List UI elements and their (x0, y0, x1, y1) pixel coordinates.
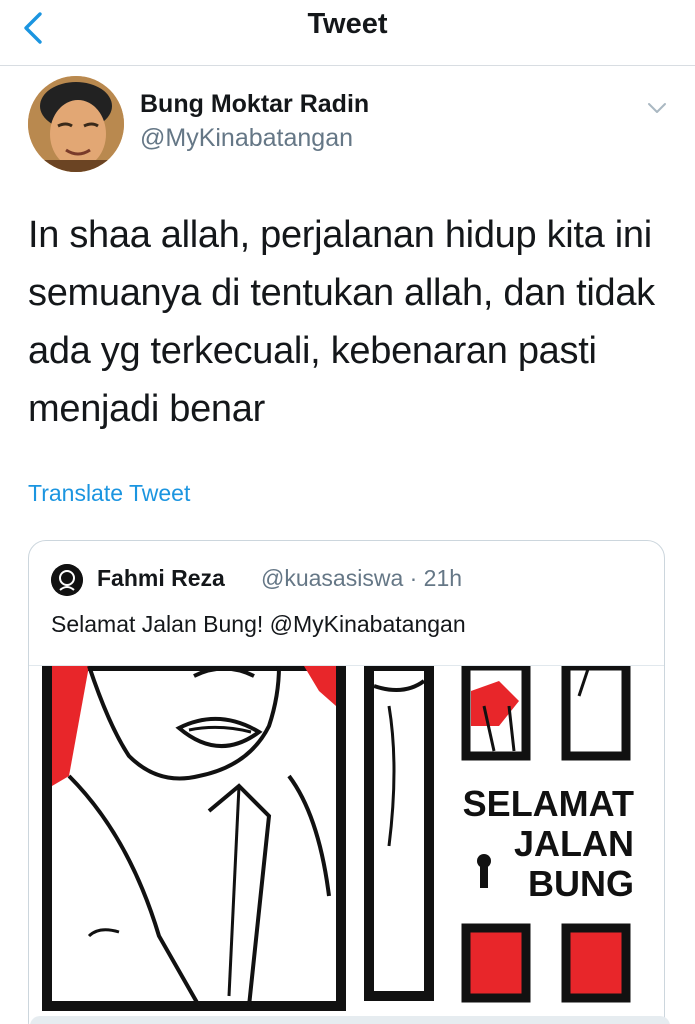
translate-tweet-link[interactable]: Translate Tweet (28, 480, 190, 507)
tweet-header: Bung Moktar Radin @MyKinabatangan (0, 66, 695, 186)
chevron-down-icon[interactable] (645, 96, 669, 120)
tweet-line: ada yg terkecuali, kebenaran pasti (28, 330, 597, 372)
poster-line: SELAMAT (463, 783, 634, 824)
quoted-author-name: Fahmi Reza (97, 565, 225, 591)
page-title: Tweet (307, 8, 388, 40)
tweet-line: menjadi benar (28, 388, 265, 430)
tweet-line: In shaa allah, perjalanan hidup kita ini (28, 214, 652, 256)
nav-bar: Tweet (0, 0, 695, 66)
poster-line: BUNG (528, 863, 634, 904)
reply-bar (30, 1016, 670, 1024)
quoted-tweet-card[interactable]: Fahmi Reza @kuasasiswa · 21h Selamat Jal… (28, 540, 665, 1024)
author-handle[interactable]: @MyKinabatangan (140, 124, 353, 153)
poster-line: JALAN (514, 823, 634, 864)
quoted-avatar (51, 564, 83, 596)
quoted-media-image[interactable]: SELAMAT JALAN BUNG (29, 661, 664, 1024)
quoted-text: Selamat Jalan Bung! @MyKinabatangan (51, 611, 466, 637)
tweet-text: In shaa allah, perjalanan hidup kita ini… (28, 206, 678, 438)
quoted-handle-time: @kuasasiswa · 21h (261, 565, 463, 591)
author-name[interactable]: Bung Moktar Radin (140, 90, 369, 119)
avatar[interactable] (28, 76, 124, 172)
tweet-line: semuanya di tentukan allah, dan tidak (28, 272, 655, 314)
